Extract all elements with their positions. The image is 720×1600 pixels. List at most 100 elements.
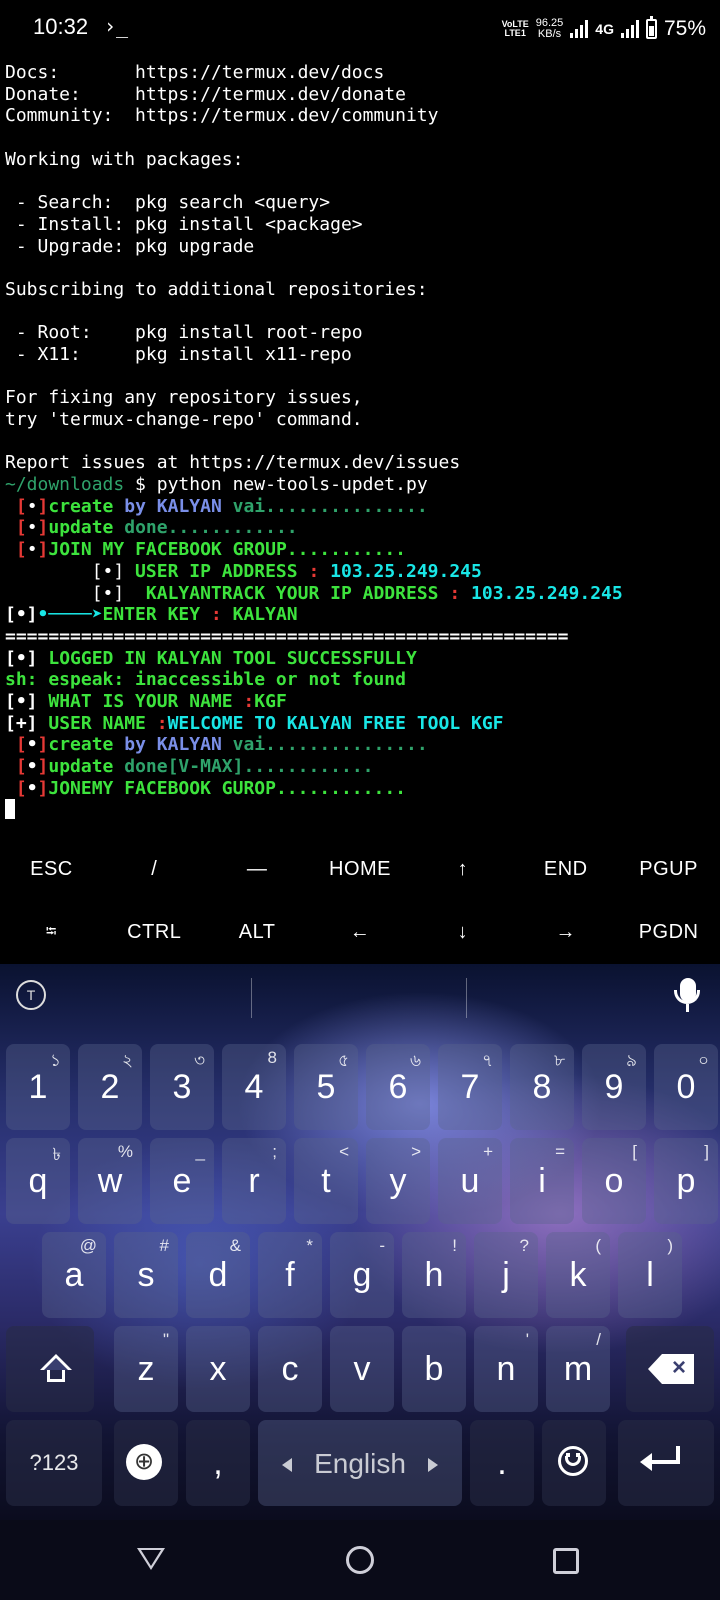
key-5[interactable]: 5৫ xyxy=(294,1044,358,1130)
key-t[interactable]: t < xyxy=(294,1138,358,1224)
key-1[interactable]: 1১ xyxy=(6,1044,70,1130)
key-r[interactable]: r; xyxy=(222,1138,286,1224)
sticker-suggest-icon[interactable]: T xyxy=(16,980,46,1010)
key-label: k xyxy=(569,1256,587,1294)
key-label: ?123 xyxy=(29,1450,79,1475)
key-a[interactable]: a @ xyxy=(42,1232,106,1318)
extra-key-sym5[interactable]: → xyxy=(514,901,617,964)
key-i[interactable]: i = xyxy=(510,1138,574,1224)
key-f[interactable]: f * xyxy=(258,1232,322,1318)
extra-keys-row-1: ESC / — HOME ↑ END PGUP xyxy=(0,838,720,901)
terminal-line: [•]create by KALYAN vai............... xyxy=(5,734,717,756)
home-icon[interactable] xyxy=(346,1546,374,1574)
key-8[interactable]: 8৮ xyxy=(510,1044,574,1130)
backspace-key[interactable]: × xyxy=(626,1326,714,1412)
clock: 10:32 xyxy=(33,14,89,39)
key-h[interactable]: h! xyxy=(402,1232,466,1318)
key-6[interactable]: 6৬ xyxy=(366,1044,430,1130)
extra-key-sym3[interactable]: ← xyxy=(309,901,412,964)
extra-key-home[interactable]: HOME xyxy=(309,838,412,901)
key-l[interactable]: l) xyxy=(618,1232,682,1318)
key-9[interactable]: 9৯ xyxy=(582,1044,646,1130)
extra-key-pgup[interactable]: PGUP xyxy=(617,838,720,901)
extra-key-sym4[interactable]: ↓ xyxy=(411,901,514,964)
extra-key-end[interactable]: END xyxy=(514,838,617,901)
terminal-text: • xyxy=(26,495,38,517)
key-w[interactable]: w% xyxy=(78,1138,142,1224)
period-key[interactable]: . xyxy=(470,1420,534,1506)
key-d[interactable]: d & xyxy=(186,1232,250,1318)
key-hint: # xyxy=(159,1236,169,1255)
terminal-line: try 'termux-change-repo' command. xyxy=(5,409,717,431)
enter-key[interactable] xyxy=(618,1420,714,1506)
key-hint: ৭ xyxy=(481,1051,493,1070)
key-hint: - xyxy=(379,1236,385,1255)
terminal-text: • xyxy=(26,539,38,561)
terminal-text: [+] xyxy=(5,712,38,734)
emoji-key[interactable] xyxy=(542,1420,606,1506)
space-bar[interactable]: English xyxy=(258,1420,462,1506)
key-label: i xyxy=(538,1162,546,1200)
key-u[interactable]: u + xyxy=(438,1138,502,1224)
comma-key[interactable]: , xyxy=(186,1420,250,1506)
key-hint: ) xyxy=(667,1236,673,1255)
key-label: f xyxy=(285,1256,295,1294)
extra-key-esc[interactable]: ESC xyxy=(0,838,103,901)
key-hint: ] xyxy=(704,1142,709,1161)
extra-key-alt[interactable]: ALT xyxy=(206,901,309,964)
key-s[interactable]: s # xyxy=(114,1232,178,1318)
terminal-text: Donate: https://termux.dev/donate xyxy=(5,83,406,105)
language-switch-key[interactable]: ⊕ xyxy=(114,1420,178,1506)
key-0[interactable]: 0০ xyxy=(654,1044,718,1130)
symbols-key[interactable]: ?123 xyxy=(6,1420,102,1506)
extra-key-ctrl[interactable]: CTRL xyxy=(103,901,206,964)
key-p[interactable]: p] xyxy=(654,1138,718,1224)
key-b[interactable]: b xyxy=(402,1326,466,1412)
terminal-text: [ xyxy=(5,495,27,517)
key-hint: " xyxy=(162,1330,169,1349)
key-n[interactable]: n ' xyxy=(474,1326,538,1412)
key-e[interactable]: e _ xyxy=(150,1138,214,1224)
terminal-line: Working with packages: xyxy=(5,149,717,171)
terminal-text: create xyxy=(48,734,114,756)
key-z[interactable]: z " xyxy=(114,1326,178,1412)
key-j[interactable]: j? xyxy=(474,1232,538,1318)
key-label: z xyxy=(137,1350,155,1388)
extra-key-sym4[interactable]: ↑ xyxy=(411,838,514,901)
terminal-text: update xyxy=(48,517,114,539)
terminal-text: [•] xyxy=(5,582,125,604)
battery-fill xyxy=(648,25,654,36)
terminal-prompt-line[interactable] xyxy=(5,799,717,821)
extra-key-sym1[interactable]: / xyxy=(103,838,206,901)
terminal-line: [+] USER NAME :WELCOME TO KALYAN FREE TO… xyxy=(5,713,717,735)
terminal-line: - X11: pkg install x11-repo xyxy=(5,344,717,366)
space-right-arrow-icon xyxy=(428,1458,438,1472)
terminal-text: [•] xyxy=(5,604,38,626)
terminal-line: - Install: pkg install <package> xyxy=(5,214,717,236)
key-3[interactable]: 3৩ xyxy=(150,1044,214,1130)
key-c[interactable]: c xyxy=(258,1326,322,1412)
key-label: , xyxy=(213,1444,223,1482)
recents-icon[interactable] xyxy=(553,1548,579,1574)
key-k[interactable]: k( xyxy=(546,1232,610,1318)
key-4[interactable]: 48 xyxy=(222,1044,286,1130)
key-y[interactable]: y > xyxy=(366,1138,430,1224)
key-label: e xyxy=(172,1162,192,1200)
terminal-text: [ xyxy=(5,777,27,799)
key-o[interactable]: o[ xyxy=(582,1138,646,1224)
key-x[interactable]: x xyxy=(186,1326,250,1412)
key-2[interactable]: 2২ xyxy=(78,1044,142,1130)
terminal-text: ] xyxy=(37,734,49,756)
shift-key[interactable] xyxy=(6,1326,94,1412)
terminal-text: done[V-MAX]............ xyxy=(113,756,374,777)
key-q[interactable]: q ৳ xyxy=(6,1138,70,1224)
key-7[interactable]: 7৭ xyxy=(438,1044,502,1130)
key-g[interactable]: g- xyxy=(330,1232,394,1318)
terminal-line: [•]JOIN MY FACEBOOK GROUP........... xyxy=(5,539,717,561)
extra-key-pgdn[interactable]: PGDN xyxy=(617,901,720,964)
terminal-output[interactable]: Docs: https://termux.dev/docs Donate: htt… xyxy=(5,62,717,821)
extra-key-sym0[interactable]: ⭾ xyxy=(0,901,103,964)
key-v[interactable]: v xyxy=(330,1326,394,1412)
key-m[interactable]: m / xyxy=(546,1326,610,1412)
extra-key-sym2[interactable]: — xyxy=(206,838,309,901)
